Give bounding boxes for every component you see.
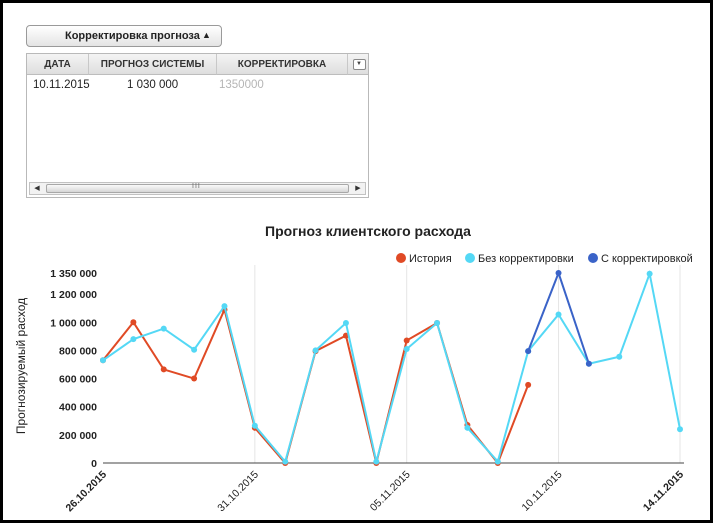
data-point[interactable] bbox=[342, 319, 349, 326]
y-tick-label: 1 350 000 bbox=[50, 268, 97, 280]
data-point[interactable] bbox=[130, 319, 137, 326]
data-point[interactable] bbox=[373, 458, 380, 465]
cell-adjustment[interactable]: 1350000 bbox=[219, 76, 264, 94]
data-point[interactable] bbox=[100, 357, 106, 364]
y-axis-ticks: 0 200 000 400 000 600 000 800 000 1 000 000 1 … bbox=[50, 268, 97, 470]
data-point[interactable] bbox=[191, 375, 198, 382]
forecast-grid: ДАТА ПРОГНОЗ СИСТЕМЫ КОРРЕКТИРОВКА ▼ 10.… bbox=[26, 53, 369, 198]
data-point[interactable] bbox=[191, 346, 198, 353]
data-point[interactable] bbox=[555, 270, 562, 276]
data-point[interactable] bbox=[434, 319, 441, 326]
data-point[interactable] bbox=[221, 303, 228, 310]
data-point[interactable] bbox=[251, 422, 258, 429]
app-frame: Корректировка прогноза ▲ ДАТА ПРОГНОЗ СИ… bbox=[0, 0, 713, 523]
vertical-gridlines bbox=[254, 265, 681, 463]
series-line bbox=[102, 306, 530, 466]
y-tick-label: 600 000 bbox=[59, 374, 97, 386]
data-point[interactable] bbox=[403, 337, 410, 344]
x-axis-ticks: 26.10.2015 31.10.2015 05.11.2015 10.11.2015… bbox=[63, 469, 686, 515]
data-point[interactable] bbox=[160, 366, 167, 373]
x-tick-label: 14.11.2015 bbox=[641, 469, 686, 514]
data-point[interactable] bbox=[677, 426, 683, 433]
data-point[interactable] bbox=[464, 424, 471, 431]
legend-marker bbox=[465, 253, 475, 263]
column-header-adjustment[interactable]: КОРРЕКТИРОВКА bbox=[217, 54, 348, 75]
scroll-left-icon[interactable]: ◀ bbox=[31, 183, 43, 194]
y-tick-label: 0 bbox=[91, 458, 97, 470]
y-axis-label: Прогнозируемый расход bbox=[14, 298, 28, 434]
data-point[interactable] bbox=[494, 458, 501, 465]
column-header-date[interactable]: ДАТА bbox=[27, 54, 89, 75]
cell-system-forecast: 1 030 000 bbox=[127, 79, 179, 91]
chart-legend: История Без корректировки С корректировкой bbox=[396, 253, 693, 265]
data-point[interactable] bbox=[282, 458, 289, 465]
data-point[interactable] bbox=[585, 360, 592, 367]
column-menu-icon: ▼ bbox=[352, 58, 366, 70]
data-point[interactable] bbox=[525, 381, 532, 388]
data-point[interactable] bbox=[160, 325, 167, 332]
x-tick-label: 05.11.2015 bbox=[368, 469, 413, 514]
column-header-system-forecast[interactable]: ПРОГНОЗ СИСТЕМЫ bbox=[89, 54, 217, 75]
legend-marker bbox=[588, 253, 598, 263]
horizontal-scrollbar[interactable]: ◀ III ▶ bbox=[29, 182, 366, 195]
series-layer bbox=[100, 269, 683, 466]
y-tick-label: 1 000 000 bbox=[50, 317, 97, 329]
x-tick-label: 31.10.2015 bbox=[215, 469, 261, 515]
data-point[interactable] bbox=[646, 270, 653, 277]
series-1 bbox=[100, 269, 683, 465]
data-point[interactable] bbox=[555, 311, 562, 318]
scroll-grip: III bbox=[192, 183, 201, 190]
series-line bbox=[102, 269, 681, 464]
scroll-right-icon[interactable]: ▶ bbox=[352, 183, 364, 194]
cell-date: 10.11.2015 bbox=[33, 79, 90, 91]
caret-up-icon: ▲ bbox=[202, 30, 211, 40]
y-tick-label: 800 000 bbox=[59, 345, 97, 357]
data-point[interactable] bbox=[312, 347, 319, 354]
forecast-adjustment-toggle[interactable]: Корректировка прогноза ▲ bbox=[26, 25, 222, 47]
y-tick-label: 400 000 bbox=[59, 402, 97, 414]
legend-marker bbox=[396, 253, 406, 263]
consumption-forecast-chart: Прогноз клиентского расхода История Без к… bbox=[14, 223, 693, 515]
legend-label[interactable]: С корректировкой bbox=[601, 253, 693, 265]
y-tick-label: 1 200 000 bbox=[50, 289, 97, 301]
data-point[interactable] bbox=[525, 348, 532, 355]
legend-label[interactable]: История bbox=[409, 253, 452, 265]
y-tick-label: 200 000 bbox=[59, 430, 97, 442]
x-tick-label: 26.10.2015 bbox=[63, 469, 109, 515]
data-point[interactable] bbox=[403, 346, 410, 352]
x-tick-label: 10.11.2015 bbox=[520, 469, 565, 514]
chart-title: Прогноз клиентского расхода bbox=[265, 223, 471, 239]
data-point[interactable] bbox=[616, 353, 623, 360]
scroll-thumb[interactable]: III bbox=[46, 183, 349, 193]
column-menu-button[interactable]: ▼ bbox=[348, 54, 368, 75]
legend-label[interactable]: Без корректировки bbox=[478, 253, 574, 265]
data-point[interactable] bbox=[130, 336, 137, 343]
toggle-label: Корректировка прогноза bbox=[65, 30, 200, 42]
